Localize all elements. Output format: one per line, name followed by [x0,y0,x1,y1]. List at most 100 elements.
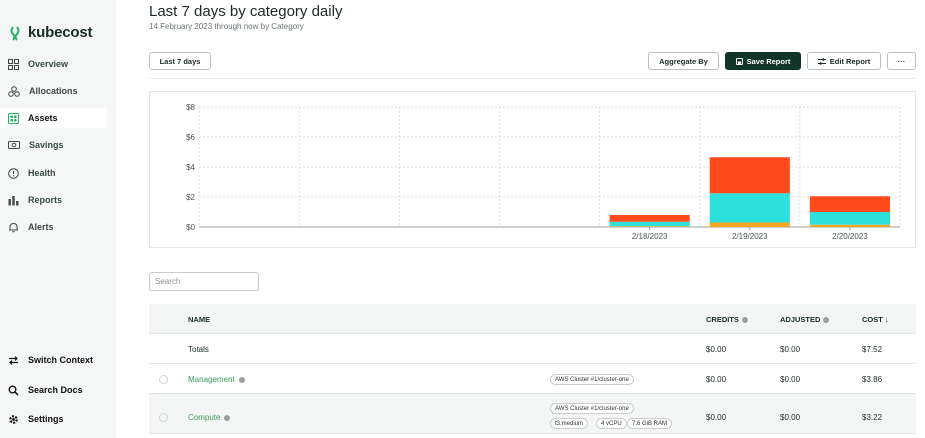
edit-report-label: Edit Report [829,56,871,66]
y-tick-label: $2 [186,193,195,202]
sidebar-item-label: Alerts [28,222,54,232]
info-icon [823,316,830,323]
switch-context-label: Switch Context [28,355,94,365]
sidebar-item-reports[interactable]: Reports [0,190,107,210]
table-row[interactable]: Management AWS Cluster #1/cluster-one $0… [149,364,916,394]
column-header-credits[interactable]: CREDITS [706,315,748,324]
bar-segment [609,226,690,227]
info-icon [741,316,748,323]
bar-segment [809,196,890,212]
bar-segment [709,193,790,223]
y-tick-label: $6 [186,133,195,142]
sidebar-item-label: Assets [28,113,58,123]
bar-segment [809,212,890,225]
gear-icon [9,414,18,424]
sliders-icon [817,57,826,65]
row-status-icon [159,413,168,422]
save-report-button[interactable]: Save Report [725,52,801,70]
table-header-row: NAME CREDITS ADJUSTED COST ↓ [149,304,916,334]
y-tick-label: $0 [186,223,195,232]
totals-cost: $7.52 [862,345,883,354]
cpu-chip: 4 vCPU [596,418,627,429]
more-options-icon: ··· [897,56,906,66]
page-title: Last 7 days by category daily [149,3,343,20]
health-icon [8,167,19,179]
table-row[interactable]: Compute AWS Cluster #1/cluster-one t3.me… [149,394,916,434]
bar-segment [609,215,690,222]
sidebar-item-health[interactable]: Health [0,163,107,183]
row-adjusted: $0.00 [780,413,801,422]
column-header-name-label: NAME [188,315,211,324]
savings-icon [8,141,20,149]
column-header-credits-label: CREDITS [706,315,739,324]
bar-segment [609,221,690,227]
row-cost: $3.22 [862,413,883,422]
brand-logo[interactable]: kubecost [8,24,92,41]
sidebar-item-label: Health [28,168,56,178]
cluster-chip: AWS Cluster #1/cluster-one [550,403,634,414]
allocations-icon [8,85,20,97]
edit-report-button[interactable]: Edit Report [807,52,881,70]
aggregate-by-label: Aggregate By [659,56,708,66]
sidebar-item-assets[interactable]: Assets [0,108,107,128]
instance-type-chip: t3.medium [550,418,589,429]
column-header-adjusted[interactable]: ADJUSTED [780,315,830,324]
column-header-name[interactable]: NAME [188,315,210,324]
column-header-adjusted-label: ADJUSTED [780,315,821,324]
info-icon [238,376,245,383]
sidebar-item-savings[interactable]: Savings [0,135,107,155]
search-docs-label: Search Docs [28,385,83,395]
aggregate-by-button[interactable]: Aggregate By [648,52,719,70]
totals-credits: $0.00 [706,345,727,354]
save-report-label: Save Report [746,56,791,66]
more-options-button[interactable]: ··· [887,52,916,70]
row-name: Compute [188,413,221,422]
assets-icon [8,112,19,124]
brand-name: kubecost [28,24,93,41]
sidebar-item-overview[interactable]: Overview [0,54,107,74]
row-name-link[interactable]: Management [188,375,245,384]
totals-row: Totals $0.00 $0.00 $7.52 [149,334,916,364]
sidebar: kubecost Overview Allocations Assets Sav… [0,0,116,438]
column-header-cost[interactable]: COST ↓ [862,315,889,324]
row-credits: $0.00 [706,413,727,422]
date-range-label: Last 7 days [159,56,201,66]
column-header-cost-label: COST ↓ [862,315,889,324]
settings-button[interactable]: Settings [0,409,116,429]
switch-icon [9,355,18,365]
toolbar-divider [149,78,916,79]
settings-label: Settings [28,414,64,424]
switch-context-button[interactable]: Switch Context [0,350,116,370]
totals-label: Totals [188,345,209,354]
date-range-button[interactable]: Last 7 days [149,52,211,70]
x-tick-label: 2/18/2023 [632,232,668,241]
page-subtitle: 14 February 2023 through now by Category [149,22,304,31]
sidebar-item-label: Reports [28,195,63,205]
row-cost: $3.86 [862,375,883,384]
row-name: Management [188,375,235,384]
row-credits: $0.00 [706,375,727,384]
search-input[interactable] [149,272,259,291]
info-icon [224,414,231,421]
totals-adjusted: $0.00 [780,345,801,354]
sidebar-item-label: Savings [29,140,64,150]
cost-chart: $0 $2 $4 $6 $8 2/18/2023 2/19/2023 2/20/2023 [149,91,916,248]
y-tick-label: $4 [186,163,195,172]
y-tick-label: $8 [186,103,195,112]
ram-chip: 7.6 GiB RAM [627,418,673,429]
grid-icon [8,58,19,70]
row-status-icon [159,375,168,384]
sidebar-item-allocations[interactable]: Allocations [0,81,107,101]
bell-icon [9,222,18,232]
row-name-link[interactable]: Compute [188,413,231,422]
stacked-bar-chart: $0 $2 $4 $6 $8 2/18/2023 2/19/2023 2/20/2023 [186,103,901,241]
search-icon [8,385,19,396]
search-docs-button[interactable]: Search Docs [0,380,116,400]
bar-segment [709,157,790,194]
bar-segment [709,222,790,227]
cluster-chip: AWS Cluster #1/cluster-one [550,374,634,385]
x-tick-label: 2/20/2023 [832,232,868,241]
sidebar-item-alerts[interactable]: Alerts [0,217,107,237]
x-tick-label: 2/19/2023 [732,232,768,241]
sidebar-item-label: Allocations [29,86,78,96]
